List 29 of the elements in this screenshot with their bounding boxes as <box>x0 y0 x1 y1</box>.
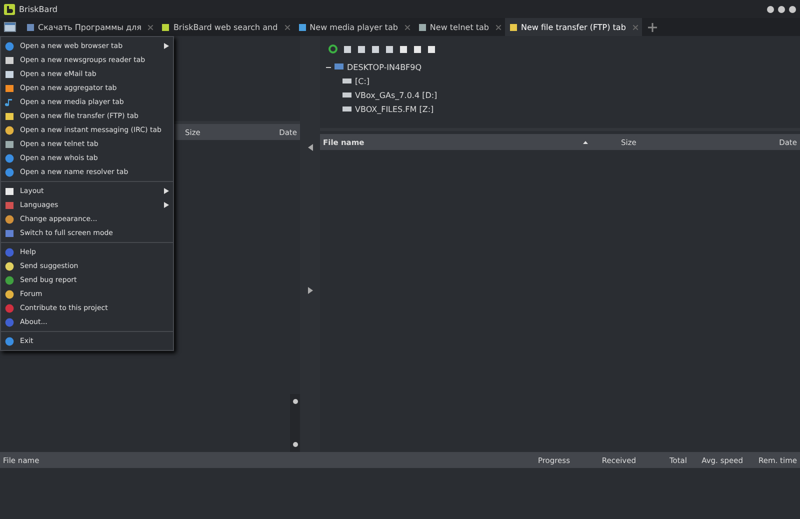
tab[interactable]: Скачать Программы для <box>22 18 158 36</box>
refresh-icon[interactable] <box>328 44 338 54</box>
close-icon[interactable] <box>284 24 290 30</box>
tab[interactable]: BriskBard web search and <box>157 18 294 36</box>
tree-item[interactable]: VBox_GAs_7.0.4 [D:] <box>355 90 438 100</box>
expander-icon[interactable] <box>326 64 331 70</box>
add-tab-icon[interactable] <box>648 22 657 32</box>
close-icon[interactable] <box>496 24 501 30</box>
close-icon[interactable] <box>148 24 154 30</box>
left-arrow-icon[interactable] <box>308 144 312 151</box>
tab[interactable]: New file transfer (FTP) tab <box>504 18 642 36</box>
window-title: BriskBard <box>19 4 58 14</box>
tree-item[interactable]: DESKTOP-IN4BF9Q <box>347 62 422 72</box>
right-arrow-icon[interactable] <box>308 287 312 294</box>
tab[interactable]: New media player tab <box>294 18 414 36</box>
app-logo-icon <box>4 4 15 14</box>
tab-icon[interactable] <box>298 22 307 32</box>
scrollbar[interactable] <box>290 394 300 452</box>
tab-icon[interactable] <box>26 22 35 32</box>
close-icon[interactable] <box>404 24 410 30</box>
tab-icon[interactable] <box>418 22 427 32</box>
tree-item[interactable]: VBOX_FILES.FM [Z:] <box>355 104 434 114</box>
tree-item[interactable]: [C:] <box>355 76 370 86</box>
computer-icon <box>334 63 344 71</box>
tab-icon[interactable] <box>161 22 170 32</box>
tab[interactable]: New telnet tab <box>414 18 505 36</box>
music-note-icon <box>5 98 14 106</box>
tab-icon[interactable] <box>508 22 518 32</box>
menu-icon[interactable] <box>4 22 16 32</box>
